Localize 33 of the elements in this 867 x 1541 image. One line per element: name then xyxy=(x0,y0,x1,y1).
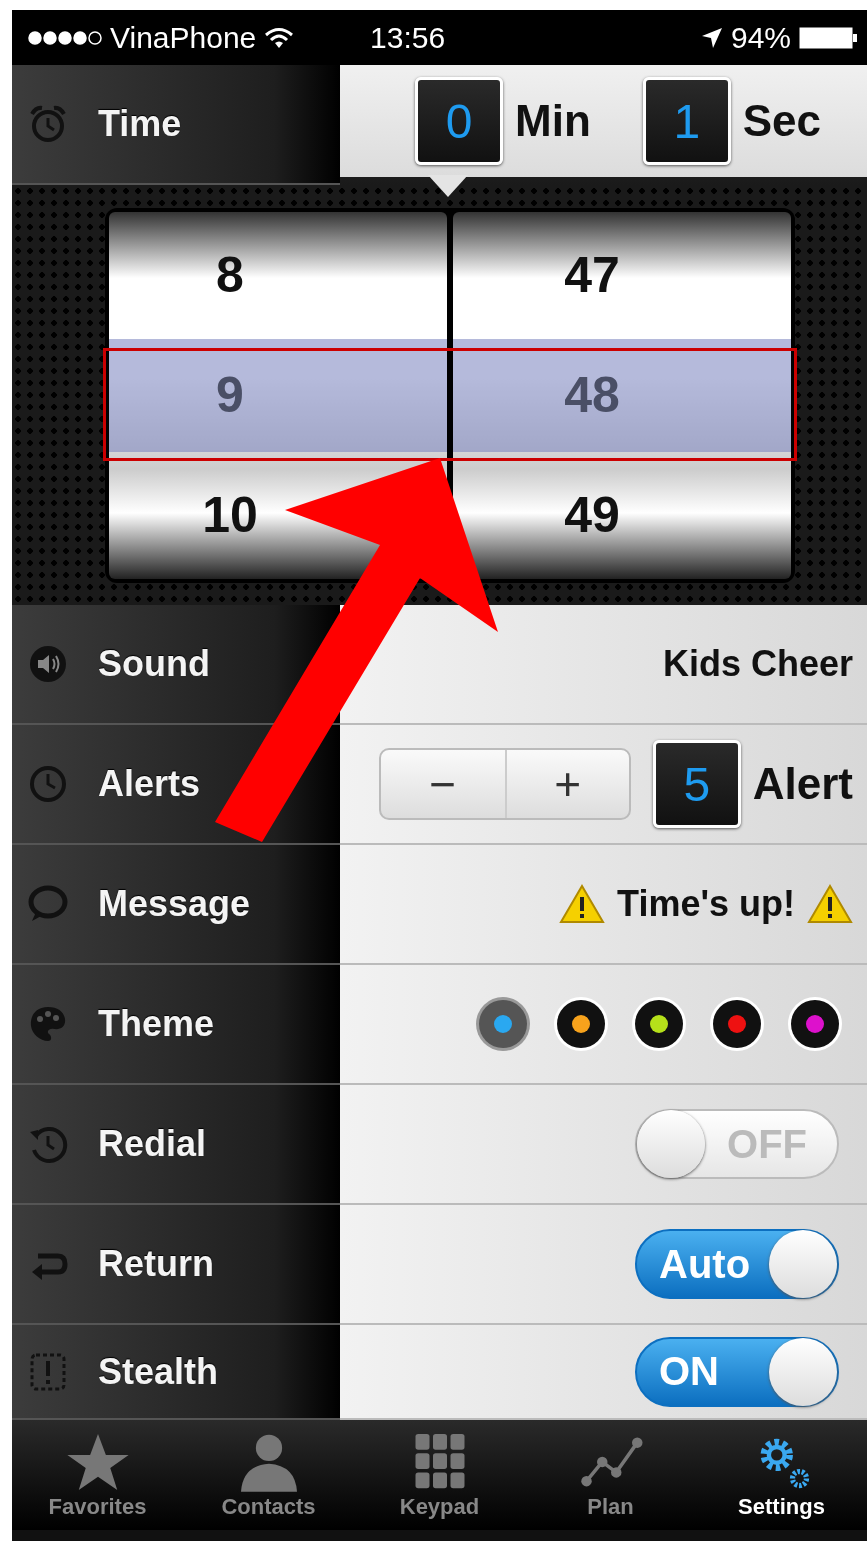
menu-item[interactable]: Theme xyxy=(12,965,340,1085)
picker-value[interactable]: 10 xyxy=(202,486,258,544)
seconds-unit: Sec xyxy=(742,96,822,146)
minutes-unit: Min xyxy=(515,96,591,146)
tab[interactable]: Settings xyxy=(696,1420,867,1530)
menu-item[interactable]: Time xyxy=(12,65,340,185)
message-text: Time's up! xyxy=(617,883,795,925)
menu-item[interactable]: Sound xyxy=(12,605,340,725)
tab[interactable]: Keypad xyxy=(354,1420,525,1530)
picker-value[interactable]: 47 xyxy=(564,246,620,304)
menu-item[interactable]: Return xyxy=(12,1205,340,1325)
seconds-display: 1 xyxy=(642,77,731,165)
menu-item[interactable]: Stealth xyxy=(12,1325,340,1420)
tab[interactable]: Plan xyxy=(525,1420,696,1530)
tab[interactable]: Favorites xyxy=(12,1420,183,1530)
picker-value[interactable]: 49 xyxy=(564,486,620,544)
menu-item[interactable]: Message xyxy=(12,845,340,965)
alert-unit: Alert xyxy=(752,759,853,809)
alert-count: 5 xyxy=(652,740,741,828)
toggle-switch[interactable]: Auto xyxy=(635,1229,839,1299)
increment-button[interactable]: + xyxy=(504,750,629,818)
picker-value[interactable]: 48 xyxy=(564,366,620,424)
menu-item[interactable]: Redial xyxy=(12,1085,340,1205)
battery-percent: 94% xyxy=(730,20,791,55)
tab[interactable]: Contacts xyxy=(183,1420,354,1530)
decrement-button[interactable]: − xyxy=(380,750,505,818)
picker-value[interactable]: 9 xyxy=(216,366,244,424)
time-picker[interactable]: 8 9 10 47 48 49 xyxy=(105,207,795,583)
picker-value[interactable]: 8 xyxy=(216,246,244,304)
minutes-display: 0 xyxy=(415,77,503,165)
sound-value: Kids Cheer xyxy=(662,643,853,685)
status-time: 13:56 xyxy=(370,20,446,55)
carrier-name: VinaPhone xyxy=(110,20,257,55)
